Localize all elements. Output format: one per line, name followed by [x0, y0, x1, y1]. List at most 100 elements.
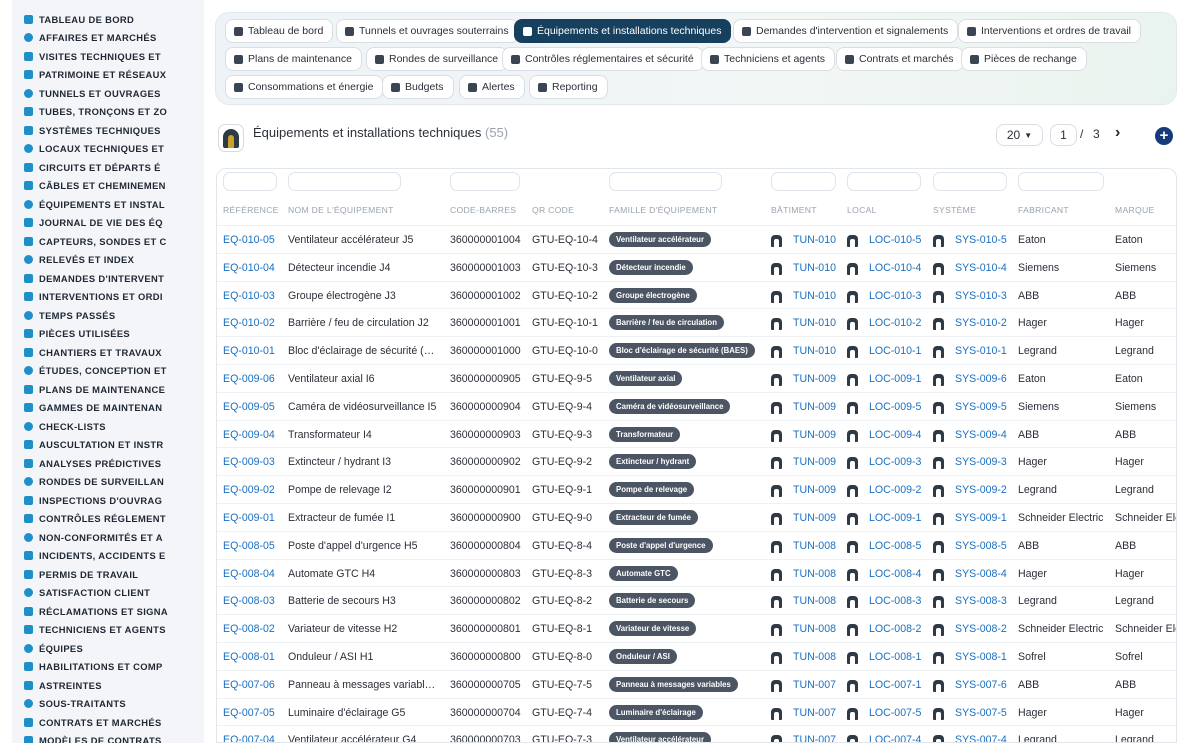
table-row[interactable]: EQ-009-04 Transformateur I4 360000000903 GT… [217, 419, 1176, 448]
sidebar-item[interactable]: PIÈCES UTILISÉES [12, 325, 204, 344]
room-link[interactable]: LOC-010-1 [869, 345, 921, 357]
room-link[interactable]: LOC-008-4 [869, 568, 921, 580]
building-link[interactable]: TUN-008 [793, 651, 836, 663]
sidebar-item[interactable]: AUSCULTATION ET INSTR [12, 436, 204, 455]
nav-tile[interactable]: Tableau de bord [225, 19, 334, 43]
room-link[interactable]: LOC-010-5 [869, 234, 921, 246]
room-link[interactable]: LOC-008-3 [869, 595, 921, 607]
page-size-select[interactable]: 20 ▼ [996, 124, 1043, 146]
building-link[interactable]: TUN-009 [793, 512, 836, 524]
nav-tile[interactable]: Demandes d'intervention et signalements [733, 19, 959, 43]
room-link[interactable]: LOC-007-1 [869, 679, 921, 691]
nav-tile[interactable]: Techniciens et agents [701, 47, 835, 71]
sidebar-item[interactable]: PLANS DE MAINTENANCE [12, 380, 204, 399]
building-link[interactable]: TUN-010 [793, 290, 836, 302]
reference-link[interactable]: EQ-010-05 [223, 234, 275, 246]
building-link[interactable]: TUN-008 [793, 595, 836, 607]
nav-tile[interactable]: Alertes [459, 75, 525, 99]
room-link[interactable]: LOC-010-3 [869, 290, 921, 302]
sidebar-item[interactable]: JOURNAL DE VIE DES ÉQ [12, 214, 204, 233]
reference-link[interactable]: EQ-009-02 [223, 484, 275, 496]
sidebar-item[interactable]: PATRIMOINE ET RÉSEAUX [12, 66, 204, 85]
system-link[interactable]: SYS-008-5 [955, 540, 1007, 552]
sidebar-item[interactable]: CHANTIERS ET TRAVAUX [12, 343, 204, 362]
system-link[interactable]: SYS-009-1 [955, 512, 1007, 524]
table-row[interactable]: EQ-008-03 Batterie de secours H3 360000000… [217, 586, 1176, 614]
room-link[interactable]: LOC-010-4 [869, 262, 921, 274]
room-link[interactable]: LOC-009-4 [869, 429, 921, 441]
sidebar-item[interactable]: RÉCLAMATIONS ET SIGNA [12, 602, 204, 621]
nav-tile[interactable]: Tunnels et ouvrages souterrains [336, 19, 519, 43]
sidebar-item[interactable]: TUNNELS ET OUVRAGES [12, 84, 204, 103]
sidebar-item[interactable]: LOCAUX TECHNIQUES ET [12, 140, 204, 159]
column-filter-input[interactable] [223, 172, 277, 191]
reference-link[interactable]: EQ-007-06 [223, 679, 275, 691]
nav-tile[interactable]: Équipements et installations techniques [514, 19, 732, 43]
building-link[interactable]: TUN-010 [793, 317, 836, 329]
table-row[interactable]: EQ-009-05 Caméra de vidéosurveillance I5 3… [217, 391, 1176, 420]
reference-link[interactable]: EQ-009-01 [223, 512, 275, 524]
add-record-button[interactable]: + [1155, 127, 1173, 145]
sidebar-item[interactable]: ASTREINTES [12, 676, 204, 695]
sidebar-item[interactable]: TEMPS PASSÉS [12, 306, 204, 325]
column-filter-input[interactable] [847, 172, 921, 191]
nav-tile[interactable]: Reporting [529, 75, 608, 99]
system-link[interactable]: SYS-009-4 [955, 429, 1007, 441]
column-filter-input[interactable] [1018, 172, 1104, 191]
room-link[interactable]: LOC-010-2 [869, 317, 921, 329]
building-link[interactable]: TUN-010 [793, 234, 836, 246]
column-header[interactable]: SYSTÈME [933, 205, 976, 215]
sidebar-item[interactable]: VISITES TECHNIQUES ET [12, 47, 204, 66]
sidebar-item[interactable]: ÉQUIPES [12, 639, 204, 658]
system-link[interactable]: SYS-009-5 [955, 401, 1007, 413]
sidebar-item[interactable]: TECHNICIENS ET AGENTS [12, 621, 204, 640]
table-row[interactable]: EQ-009-02 Pompe de relevage I2 36000000090… [217, 475, 1176, 503]
system-link[interactable]: SYS-010-2 [955, 317, 1007, 329]
column-header[interactable]: NOM DE L'ÉQUIPEMENT [288, 205, 394, 215]
sidebar-item[interactable]: RELEVÉS ET INDEX [12, 251, 204, 270]
column-header[interactable]: BÂTIMENT [771, 205, 817, 215]
reference-link[interactable]: EQ-008-03 [223, 595, 275, 607]
building-link[interactable]: TUN-008 [793, 623, 836, 635]
building-link[interactable]: TUN-010 [793, 262, 836, 274]
building-link[interactable]: TUN-007 [793, 707, 836, 719]
nav-tile[interactable]: Budgets [382, 75, 454, 99]
reference-link[interactable]: EQ-009-04 [223, 429, 275, 441]
system-link[interactable]: SYS-010-4 [955, 262, 1007, 274]
table-row[interactable]: EQ-009-03 Extincteur / hydrant I3 36000000… [217, 447, 1176, 475]
sidebar-item[interactable]: HABILITATIONS ET COMP [12, 658, 204, 677]
sidebar-item[interactable]: DEMANDES D'INTERVENT [12, 269, 204, 288]
sidebar-item[interactable]: GAMMES DE MAINTENAN [12, 399, 204, 418]
sidebar-item[interactable]: SOUS-TRAITANTS [12, 695, 204, 714]
reference-link[interactable]: EQ-008-05 [223, 540, 275, 552]
system-link[interactable]: SYS-008-4 [955, 568, 1007, 580]
reference-link[interactable]: EQ-007-04 [223, 734, 275, 742]
sidebar-item[interactable]: ÉTUDES, CONCEPTION ET [12, 362, 204, 381]
column-header[interactable]: FABRICANT [1018, 205, 1069, 215]
room-link[interactable]: LOC-009-2 [869, 484, 921, 496]
system-link[interactable]: SYS-008-1 [955, 651, 1007, 663]
system-link[interactable]: SYS-009-2 [955, 484, 1007, 496]
table-row[interactable]: EQ-008-05 Poste d'appel d'urgence H5 36000… [217, 530, 1176, 559]
table-row[interactable]: EQ-007-04 Ventilateur accélérateur G4 3600… [217, 725, 1176, 742]
sidebar-item[interactable]: TABLEAU DE BORD [12, 10, 204, 29]
building-link[interactable]: TUN-007 [793, 734, 836, 742]
nav-tile[interactable]: Consommations et énergie [225, 75, 384, 99]
column-filter-input[interactable] [288, 172, 401, 191]
column-filter-input[interactable] [771, 172, 836, 191]
sidebar-item[interactable]: ANALYSES PRÉDICTIVES [12, 454, 204, 473]
column-filter-input[interactable] [609, 172, 722, 191]
system-link[interactable]: SYS-009-3 [955, 456, 1007, 468]
next-page-icon[interactable]: › [1115, 124, 1120, 142]
building-link[interactable]: TUN-010 [793, 345, 836, 357]
sidebar-item[interactable]: CÂBLES ET CHEMINEMEN [12, 177, 204, 196]
room-link[interactable]: LOC-008-5 [869, 540, 921, 552]
building-link[interactable]: TUN-009 [793, 373, 836, 385]
sidebar-item[interactable]: CONTRÔLES RÉGLEMENT [12, 510, 204, 529]
system-link[interactable]: SYS-009-6 [955, 373, 1007, 385]
system-link[interactable]: SYS-007-6 [955, 679, 1007, 691]
sidebar-item[interactable]: TUBES, TRONÇONS ET ZO [12, 103, 204, 122]
table-row[interactable]: EQ-010-01 Bloc d'éclairage de sécurité (…… [217, 336, 1176, 364]
reference-link[interactable]: EQ-010-04 [223, 262, 275, 274]
sidebar-item[interactable]: PERMIS DE TRAVAIL [12, 565, 204, 584]
